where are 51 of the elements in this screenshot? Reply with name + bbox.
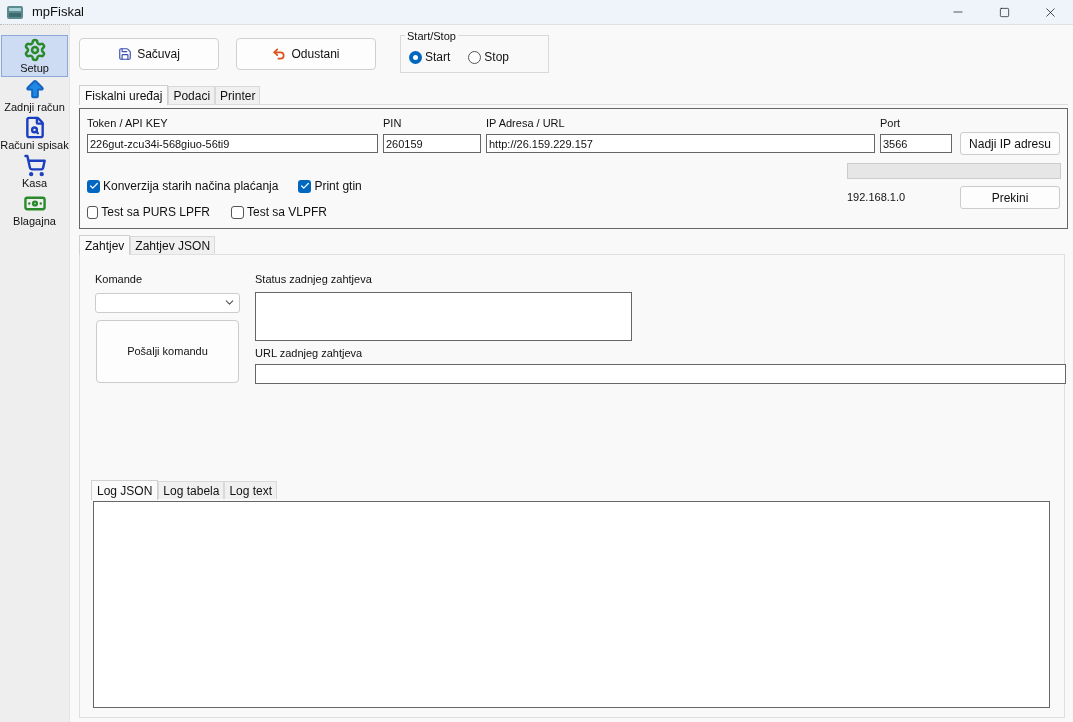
field-label: IP Adresa / URL — [486, 116, 566, 130]
toolbar-button[interactable]: Sačuvaj — [79, 38, 219, 70]
field-label: PIN — [383, 116, 403, 130]
text-field[interactable]: 260159 — [383, 134, 481, 153]
tab[interactable]: Zahtjev — [79, 235, 131, 255]
radio-label: Start — [425, 49, 451, 66]
text-field[interactable]: http://26.159.229.157 — [486, 134, 875, 153]
text-field[interactable]: 3566 — [880, 134, 952, 153]
field-label: Token / API KEY — [87, 116, 169, 130]
tab[interactable]: Log text — [224, 481, 278, 499]
checkbox-label: Test sa VLPFR — [247, 204, 328, 221]
checkbox[interactable] — [298, 179, 312, 193]
sidebar-item[interactable]: Zadnji račun — [1, 77, 68, 115]
tab[interactable]: Log tabela — [158, 481, 225, 499]
gear-icon — [22, 37, 47, 62]
cancel-button[interactable]: Prekini — [960, 186, 1060, 209]
checkbox-label: Test sa PURS LPFR — [101, 204, 210, 221]
undo-icon — [272, 47, 287, 61]
scan-address: 192.168.1.0 — [847, 190, 907, 206]
tab[interactable]: Podaci — [168, 86, 216, 104]
sidebar-item[interactable]: Blagajna — [1, 191, 68, 229]
sidebar-item[interactable]: Setup — [1, 35, 68, 77]
field-label: Status zadnjeg zahtjeva — [255, 272, 373, 287]
url-field[interactable] — [255, 364, 1066, 384]
send-command-button[interactable]: Pošalji komandu — [96, 319, 239, 383]
cart-icon — [22, 154, 47, 177]
radio-button[interactable] — [409, 50, 422, 64]
tab[interactable]: Printer — [215, 86, 261, 104]
checkbox-label: Konverzija starih načina plaćanja — [103, 178, 279, 195]
tab[interactable]: Log JSON — [91, 480, 159, 500]
tab[interactable]: Fiskalni uređaj — [79, 85, 169, 105]
field-label: Port — [880, 116, 902, 130]
field-label: Komande — [95, 272, 144, 287]
sidebar-item[interactable]: Kasa — [1, 153, 68, 191]
find-ip-button[interactable]: Nadji IP adresu — [960, 132, 1060, 155]
save-icon — [118, 47, 133, 61]
checkbox[interactable] — [87, 179, 100, 193]
checkbox[interactable] — [87, 205, 99, 219]
tab[interactable]: Zahtjev JSON — [130, 236, 216, 254]
window-title: mpFiskal — [32, 3, 84, 22]
status-text-area[interactable] — [255, 291, 632, 341]
text-field[interactable]: 226gut-zcu34i-568giuo-56ti9 — [87, 134, 378, 153]
toolbar-button[interactable]: Odustani — [236, 38, 376, 70]
maximize-icon — [998, 6, 1010, 18]
radio-button[interactable] — [468, 50, 482, 64]
sidebar-item[interactable]: Računi spisak — [1, 115, 68, 153]
app-icon — [6, 4, 24, 20]
checkbox[interactable] — [231, 205, 244, 219]
checkbox-label: Print gtin — [314, 178, 362, 195]
field-label: URL zadnjeg zahtjeva — [255, 345, 364, 361]
radio-label: Stop — [484, 49, 510, 66]
